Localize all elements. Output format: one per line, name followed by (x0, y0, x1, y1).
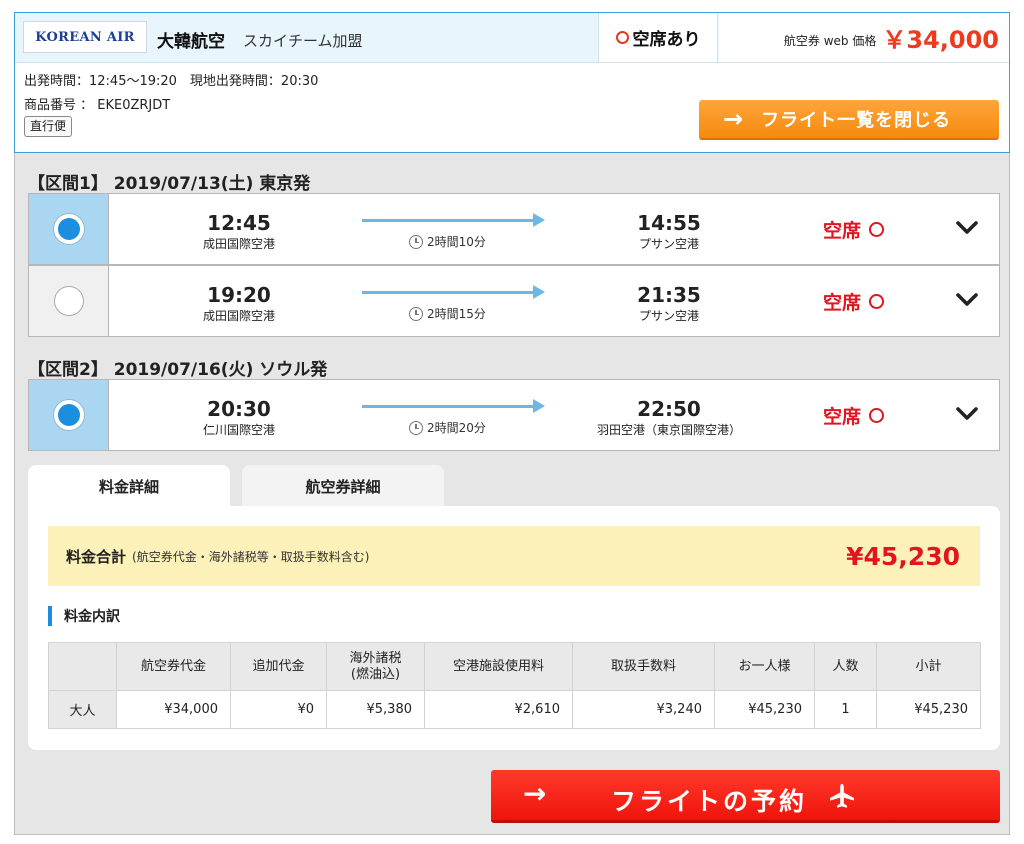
column-header: 航空券代金 (116, 642, 231, 691)
fare-total-bar: 料金合計 (航空券代金・海外諸税等・取扱手数料含む) ¥45,230 (48, 526, 980, 586)
column-header: 人数 (814, 642, 877, 691)
fare-breakdown-table: 航空券代金 追加代金 海外諸税 (燃油込) 空港施設使用料 取扱手数料 お一人様… (48, 642, 981, 729)
arrival-time: 14:55 (637, 211, 701, 235)
arrival-time: 21:35 (637, 283, 701, 307)
flight-radio-unselected[interactable] (53, 286, 84, 316)
table-cell: ¥5,380 (326, 690, 425, 729)
duration-text: 2時間10分 (427, 235, 486, 249)
table-cell: ¥0 (230, 690, 327, 729)
clock-icon (409, 306, 423, 321)
close-flight-list-label: フライト一覧を閉じる (761, 110, 952, 131)
flight-option-row[interactable]: 20:30 仁川国際空港 2時間20分 22:50 羽田空港（東京国際空港） 空… (28, 379, 1000, 451)
seat-status-text: 空席あり (632, 30, 701, 50)
clock-icon (409, 234, 423, 249)
reserve-flight-label: フライトの予約 (611, 787, 808, 816)
tab-fare-details[interactable]: 料金詳細 (28, 465, 230, 507)
table-cell: ¥45,230 (876, 690, 981, 729)
summary-header-bar: KOREAN AIR 大韓航空 スカイチーム加盟 空席あり 航空券 web 価格… (15, 13, 1009, 63)
direct-flight-badge: 直行便 (24, 116, 73, 137)
flight-select-cell[interactable] (29, 266, 109, 336)
close-flight-list-button[interactable]: → フライト一覧を閉じる (699, 100, 999, 140)
arrow-right-icon: → (523, 777, 547, 810)
airline-logo-text: KOREAN AIR (35, 29, 135, 45)
flight-option-row[interactable]: 19:20 成田国際空港 2時間15分 21:35 プサン空港 空席 (28, 265, 1000, 337)
passenger-type: 大人 (48, 690, 117, 729)
availability-circle-icon (869, 294, 885, 309)
fare-total-value: ¥45,230 (846, 541, 960, 571)
column-header: お一人様 (714, 642, 815, 691)
airline-logo: KOREAN AIR (23, 21, 147, 53)
column-header (48, 642, 117, 691)
table-header-row: 航空券代金 追加代金 海外諸税 (燃油込) 空港施設使用料 取扱手数料 お一人様… (48, 642, 981, 691)
price-label: 航空券 web 価格 (783, 34, 877, 48)
column-header: 追加代金 (230, 642, 327, 691)
arrival-time: 22:50 (637, 397, 701, 421)
availability-circle-icon (869, 408, 885, 423)
alliance-label: スカイチーム加盟 (243, 32, 363, 50)
fare-breakdown-heading: 料金内訳 (48, 606, 120, 626)
availability-status: 空席 (823, 216, 885, 243)
availability-text: 空席 (823, 220, 862, 242)
availability-text: 空席 (823, 406, 862, 428)
departure-time: 19:20 (207, 283, 271, 307)
column-header: 取扱手数料 (572, 642, 715, 691)
flight-radio-selected[interactable] (53, 214, 84, 244)
route-arrow-icon (362, 405, 538, 408)
seat-status-box: 空席あり (598, 13, 718, 62)
airplane-icon (830, 784, 854, 808)
price-value: ￥34,000 (882, 26, 999, 54)
duration-text: 2時間20分 (427, 421, 486, 435)
chevron-down-icon[interactable] (955, 216, 979, 240)
column-header: 空港施設使用料 (424, 642, 573, 691)
flight-radio-selected[interactable] (53, 400, 84, 430)
table-cell: 1 (814, 690, 877, 729)
price-area: 航空券 web 価格 ￥34,000 (719, 13, 1009, 62)
reserve-flight-button[interactable]: → フライトの予約 (491, 770, 1000, 823)
product-code: 商品番号 ： EKE0ZRJDT (24, 98, 171, 113)
availability-circle-icon (869, 222, 885, 237)
tab-ticket-details[interactable]: 航空券詳細 (242, 465, 444, 507)
flight-duration: 2時間10分 (409, 233, 486, 250)
column-header: 小計 (876, 642, 981, 691)
segment-1-title: 【区間1】 2019/07/13(土) 東京発 (28, 174, 311, 194)
arrival-airport: プサン空港 (638, 309, 699, 323)
route-arrow-icon (362, 291, 538, 294)
availability-status: 空席 (823, 288, 885, 315)
departure-airport: 成田国際空港 (202, 309, 275, 323)
column-header: 海外諸税 (燃油込) (326, 642, 425, 691)
fare-total-note: (航空券代金・海外諸税等・取扱手数料含む) (132, 549, 370, 564)
departure-airport: 成田国際空港 (202, 237, 275, 251)
flight-option-row[interactable]: 12:45 成田国際空港 2時間10分 14:55 プサン空港 空席 (28, 193, 1000, 265)
route-arrow-icon (362, 219, 538, 222)
flight-duration: 2時間20分 (409, 419, 486, 436)
availability-status: 空席 (823, 402, 885, 429)
arrival-airport: 羽田空港（東京国際空港） (596, 423, 741, 437)
flight-select-cell[interactable] (29, 380, 109, 450)
airline-name: 大韓航空 (157, 32, 225, 52)
chevron-down-icon[interactable] (955, 288, 979, 312)
flight-select-cell[interactable] (29, 194, 109, 264)
flight-duration: 2時間15分 (409, 305, 486, 322)
departure-airport: 仁川国際空港 (202, 423, 275, 437)
availability-text: 空席 (823, 292, 862, 314)
segment-2-title: 【区間2】 2019/07/16(火) ソウル発 (28, 360, 328, 380)
table-cell: ¥2,610 (424, 690, 573, 729)
availability-circle-icon (615, 31, 629, 44)
fare-breakdown-label: 料金内訳 (64, 609, 120, 625)
table-cell: ¥3,240 (572, 690, 715, 729)
clock-icon (409, 420, 423, 435)
fare-total-label: 料金合計 (66, 547, 127, 566)
chevron-down-icon[interactable] (955, 402, 979, 426)
fare-detail-panel: 料金合計 (航空券代金・海外諸税等・取扱手数料含む) ¥45,230 料金内訳 … (28, 506, 1000, 750)
duration-text: 2時間15分 (427, 307, 486, 321)
departure-times: 出発時間：12:45〜19:20 現地出発時間：20:30 (24, 74, 319, 89)
table-cell: ¥45,230 (714, 690, 815, 729)
table-row: 大人 ¥34,000 ¥0 ¥5,380 ¥2,610 ¥3,240 ¥45,2… (48, 690, 981, 729)
arrow-right-icon: → (723, 105, 744, 133)
table-cell: ¥34,000 (116, 690, 231, 729)
arrival-airport: プサン空港 (638, 237, 699, 251)
departure-time: 20:30 (207, 397, 271, 421)
flight-summary-card: KOREAN AIR 大韓航空 スカイチーム加盟 空席あり 航空券 web 価格… (14, 12, 1010, 153)
departure-time: 12:45 (207, 211, 271, 235)
